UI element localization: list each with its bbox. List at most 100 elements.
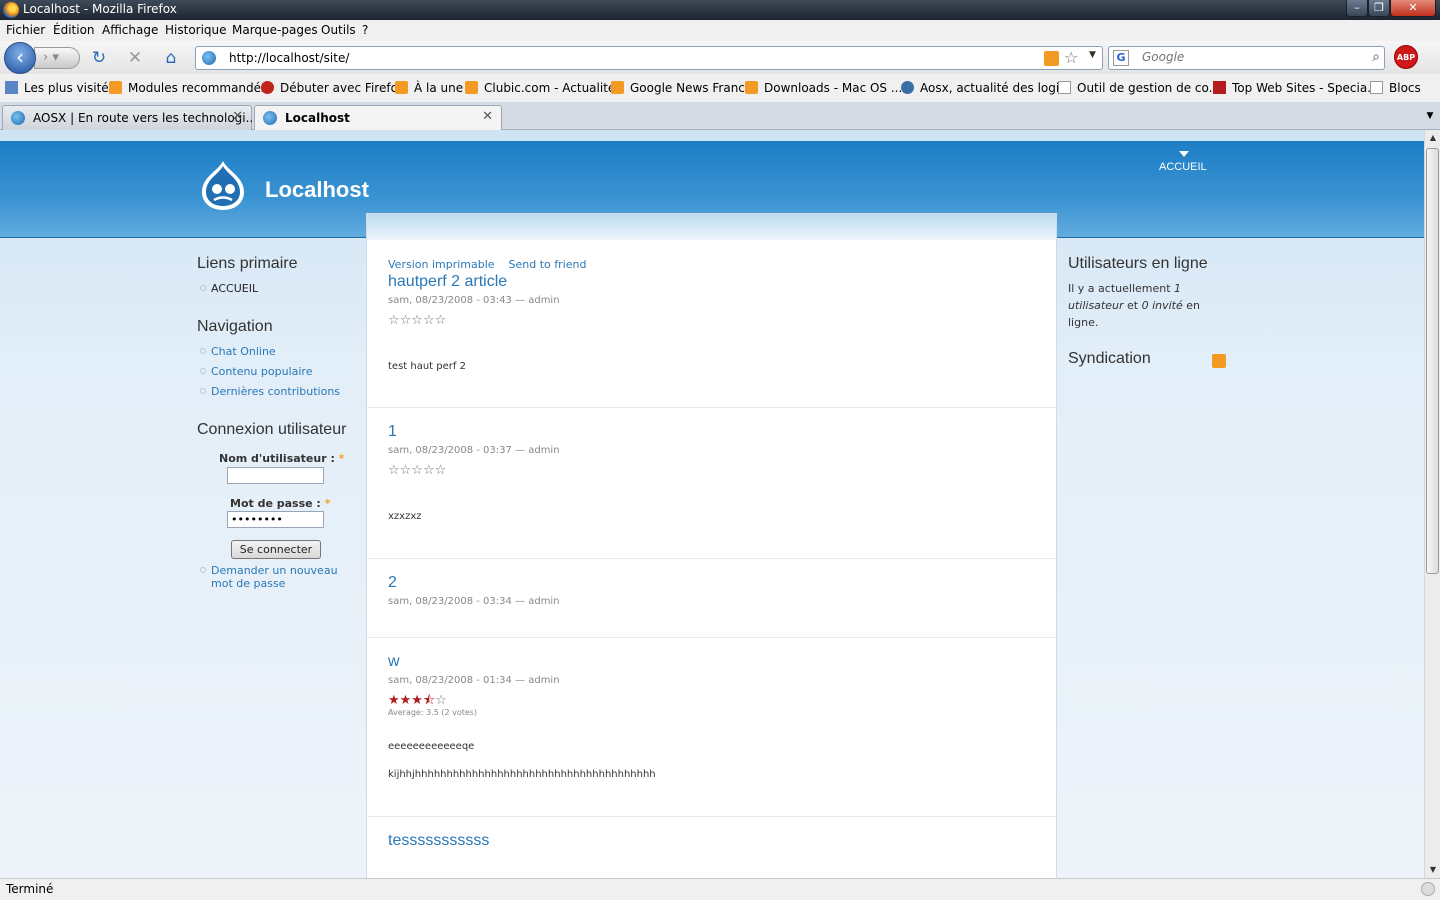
menu-affichage[interactable]: Affichage xyxy=(102,23,158,37)
tab-localhost[interactable]: Localhost ✕ xyxy=(254,105,502,131)
node-links: Version imprimable Send to friend xyxy=(388,258,586,271)
forward-arrow-icon: › xyxy=(43,50,49,65)
nav-link-dernieres-contributions[interactable]: Dernières contributions xyxy=(199,385,340,398)
bookmark-item[interactable]: Blocs xyxy=(1370,81,1421,95)
node-item: w sam, 08/23/2008 - 01:34 — admin ★★★⯪☆ … xyxy=(367,638,1056,817)
node-title[interactable]: 2 xyxy=(388,574,397,592)
search-engine-icon[interactable]: G xyxy=(1113,50,1129,66)
bookmark-item[interactable]: Downloads - Mac OS ... xyxy=(745,81,902,95)
node-item: 1 sam, 08/23/2008 - 03:37 — admin ☆☆☆☆☆ … xyxy=(367,408,1056,559)
request-new-password-link[interactable]: Demander un nouveau mot de passe xyxy=(200,564,338,590)
drupal-favicon-icon xyxy=(263,111,277,125)
rss-icon xyxy=(109,81,122,94)
menu-outils[interactable]: Outils xyxy=(321,23,356,37)
stop-icon[interactable]: ✕ xyxy=(124,47,146,69)
vertical-scrollbar[interactable]: ▲ ▼ xyxy=(1424,130,1440,878)
search-bar[interactable]: G ⌕ xyxy=(1108,46,1385,70)
nav-link-chat-online[interactable]: Chat Online xyxy=(200,345,276,358)
node-meta: sam, 08/23/2008 - 03:34 — admin xyxy=(388,596,560,607)
bookmark-item[interactable]: Outil de gestion de co... xyxy=(1058,81,1220,95)
menu-historique[interactable]: Historique xyxy=(165,23,227,37)
nav-link-contenu-populaire[interactable]: Contenu populaire xyxy=(199,365,312,378)
rating-stars[interactable]: ☆☆☆☆☆ xyxy=(388,464,446,477)
primary-link-accueil[interactable]: ACCUEIL xyxy=(199,282,258,295)
window-title: Localhost - Mozilla Firefox xyxy=(23,2,177,16)
site-name[interactable]: Localhost xyxy=(265,177,369,203)
tab-list-dropdown-icon[interactable]: ▼ xyxy=(1422,106,1438,126)
menu-fichier[interactable]: Fichier xyxy=(6,23,45,37)
rating-stars[interactable]: ☆☆☆☆☆ xyxy=(388,314,446,327)
content-header-band xyxy=(367,214,1056,240)
bookmark-item[interactable]: Modules recommandés xyxy=(109,81,267,95)
tab-aosx[interactable]: AOSX | En route vers les technologi... ✕ xyxy=(2,105,257,130)
bookmark-item[interactable]: Clubic.com - Actualité xyxy=(465,81,615,95)
rss-feed-icon[interactable] xyxy=(1044,51,1059,66)
status-text: Terminé xyxy=(6,882,54,896)
site-favicon-icon xyxy=(202,51,216,65)
active-indicator-icon xyxy=(1179,151,1189,157)
bookmark-item[interactable]: Top Web Sites - Specia... xyxy=(1213,81,1379,95)
bookmark-item[interactable]: Débuter avec Firefox xyxy=(261,81,405,95)
rss-icon xyxy=(465,81,478,94)
close-window-button[interactable]: ✕ xyxy=(1390,0,1436,17)
navigation-title: Navigation xyxy=(197,318,273,335)
send-to-friend-link[interactable]: Send to friend xyxy=(509,258,587,271)
navigation-toolbar: › ▾ ‹ ↻ ✕ ⌂ http://localhost/site/ ☆ ▼ G… xyxy=(0,41,1440,74)
search-input[interactable] xyxy=(1142,50,1362,64)
scrollbar-thumb[interactable] xyxy=(1426,148,1439,574)
syndication-title: Syndication xyxy=(1068,350,1151,367)
close-tab-icon[interactable]: ✕ xyxy=(232,109,243,124)
password-field[interactable]: •••••••• xyxy=(227,511,324,528)
url-text[interactable]: http://localhost/site/ xyxy=(229,51,349,65)
node-title[interactable]: 1 xyxy=(388,423,397,441)
node-meta: sam, 08/23/2008 - 03:43 — admin xyxy=(388,295,560,306)
node-item: 2 sam, 08/23/2008 - 03:34 — admin xyxy=(367,559,1056,638)
node-body: eeeeeeeeeeeeqe xyxy=(388,741,475,752)
drupal-logo-icon[interactable] xyxy=(198,159,248,211)
forward-button[interactable]: › ▾ xyxy=(34,47,80,69)
bookmark-item[interactable]: Google News France xyxy=(611,81,752,95)
node-body: xzxzxz xyxy=(388,511,422,522)
node-title[interactable]: tesssssssssss xyxy=(388,832,489,850)
node-item: tesssssssssss xyxy=(367,817,1056,878)
node-meta: sam, 08/23/2008 - 03:37 — admin xyxy=(388,445,560,456)
menu-help[interactable]: ? xyxy=(362,23,368,37)
print-version-link[interactable]: Version imprimable xyxy=(388,258,495,271)
close-tab-icon[interactable]: ✕ xyxy=(482,109,493,124)
rss-icon xyxy=(395,81,408,94)
bookmark-star-icon[interactable]: ☆ xyxy=(1064,48,1078,67)
rss-icon xyxy=(611,81,624,94)
node-title[interactable]: w xyxy=(388,653,400,671)
rss-icon xyxy=(745,81,758,94)
wordpress-icon xyxy=(901,81,914,94)
firefox-red-icon xyxy=(261,81,274,94)
menu-marque-pages[interactable]: Marque-pages xyxy=(232,23,318,37)
bookmark-item[interactable]: Aosx, actualité des logi... xyxy=(901,81,1071,95)
maximize-button[interactable]: ❐ xyxy=(1368,0,1390,17)
search-icon[interactable]: ⌕ xyxy=(1372,49,1380,65)
node-title[interactable]: hautperf 2 article xyxy=(388,273,507,291)
reload-icon[interactable]: ↻ xyxy=(88,47,110,69)
url-dropdown-icon[interactable]: ▼ xyxy=(1089,50,1096,60)
back-button[interactable]: ‹ xyxy=(4,42,36,74)
back-arrow-icon: ‹ xyxy=(16,45,24,69)
node-body: test haut perf 2 xyxy=(388,361,466,372)
page-icon xyxy=(1370,81,1383,94)
top-nav-accueil[interactable]: ACCUEIL xyxy=(1159,151,1207,173)
login-button[interactable]: Se connecter xyxy=(231,540,321,559)
adblock-plus-button[interactable]: ABP xyxy=(1394,45,1418,69)
node-meta: sam, 08/23/2008 - 01:34 — admin xyxy=(388,675,560,686)
url-bar[interactable]: http://localhost/site/ ☆ ▼ xyxy=(195,46,1103,70)
online-users-title: Utilisateurs en ligne xyxy=(1068,255,1208,272)
home-icon[interactable]: ⌂ xyxy=(160,47,182,69)
bookmark-item[interactable]: À la une xyxy=(395,81,463,95)
rss-feed-icon[interactable] xyxy=(1212,354,1226,368)
username-field[interactable] xyxy=(227,467,324,484)
scroll-up-icon[interactable]: ▲ xyxy=(1425,130,1440,146)
minimize-button[interactable]: – xyxy=(1346,0,1368,17)
bookmark-icon xyxy=(5,81,18,94)
rating-stars[interactable]: ★★★⯪☆ xyxy=(388,694,447,707)
scroll-down-icon[interactable]: ▼ xyxy=(1425,862,1440,878)
menu-edition[interactable]: Édition xyxy=(53,23,95,37)
bookmark-item[interactable]: Les plus visités xyxy=(5,81,115,95)
